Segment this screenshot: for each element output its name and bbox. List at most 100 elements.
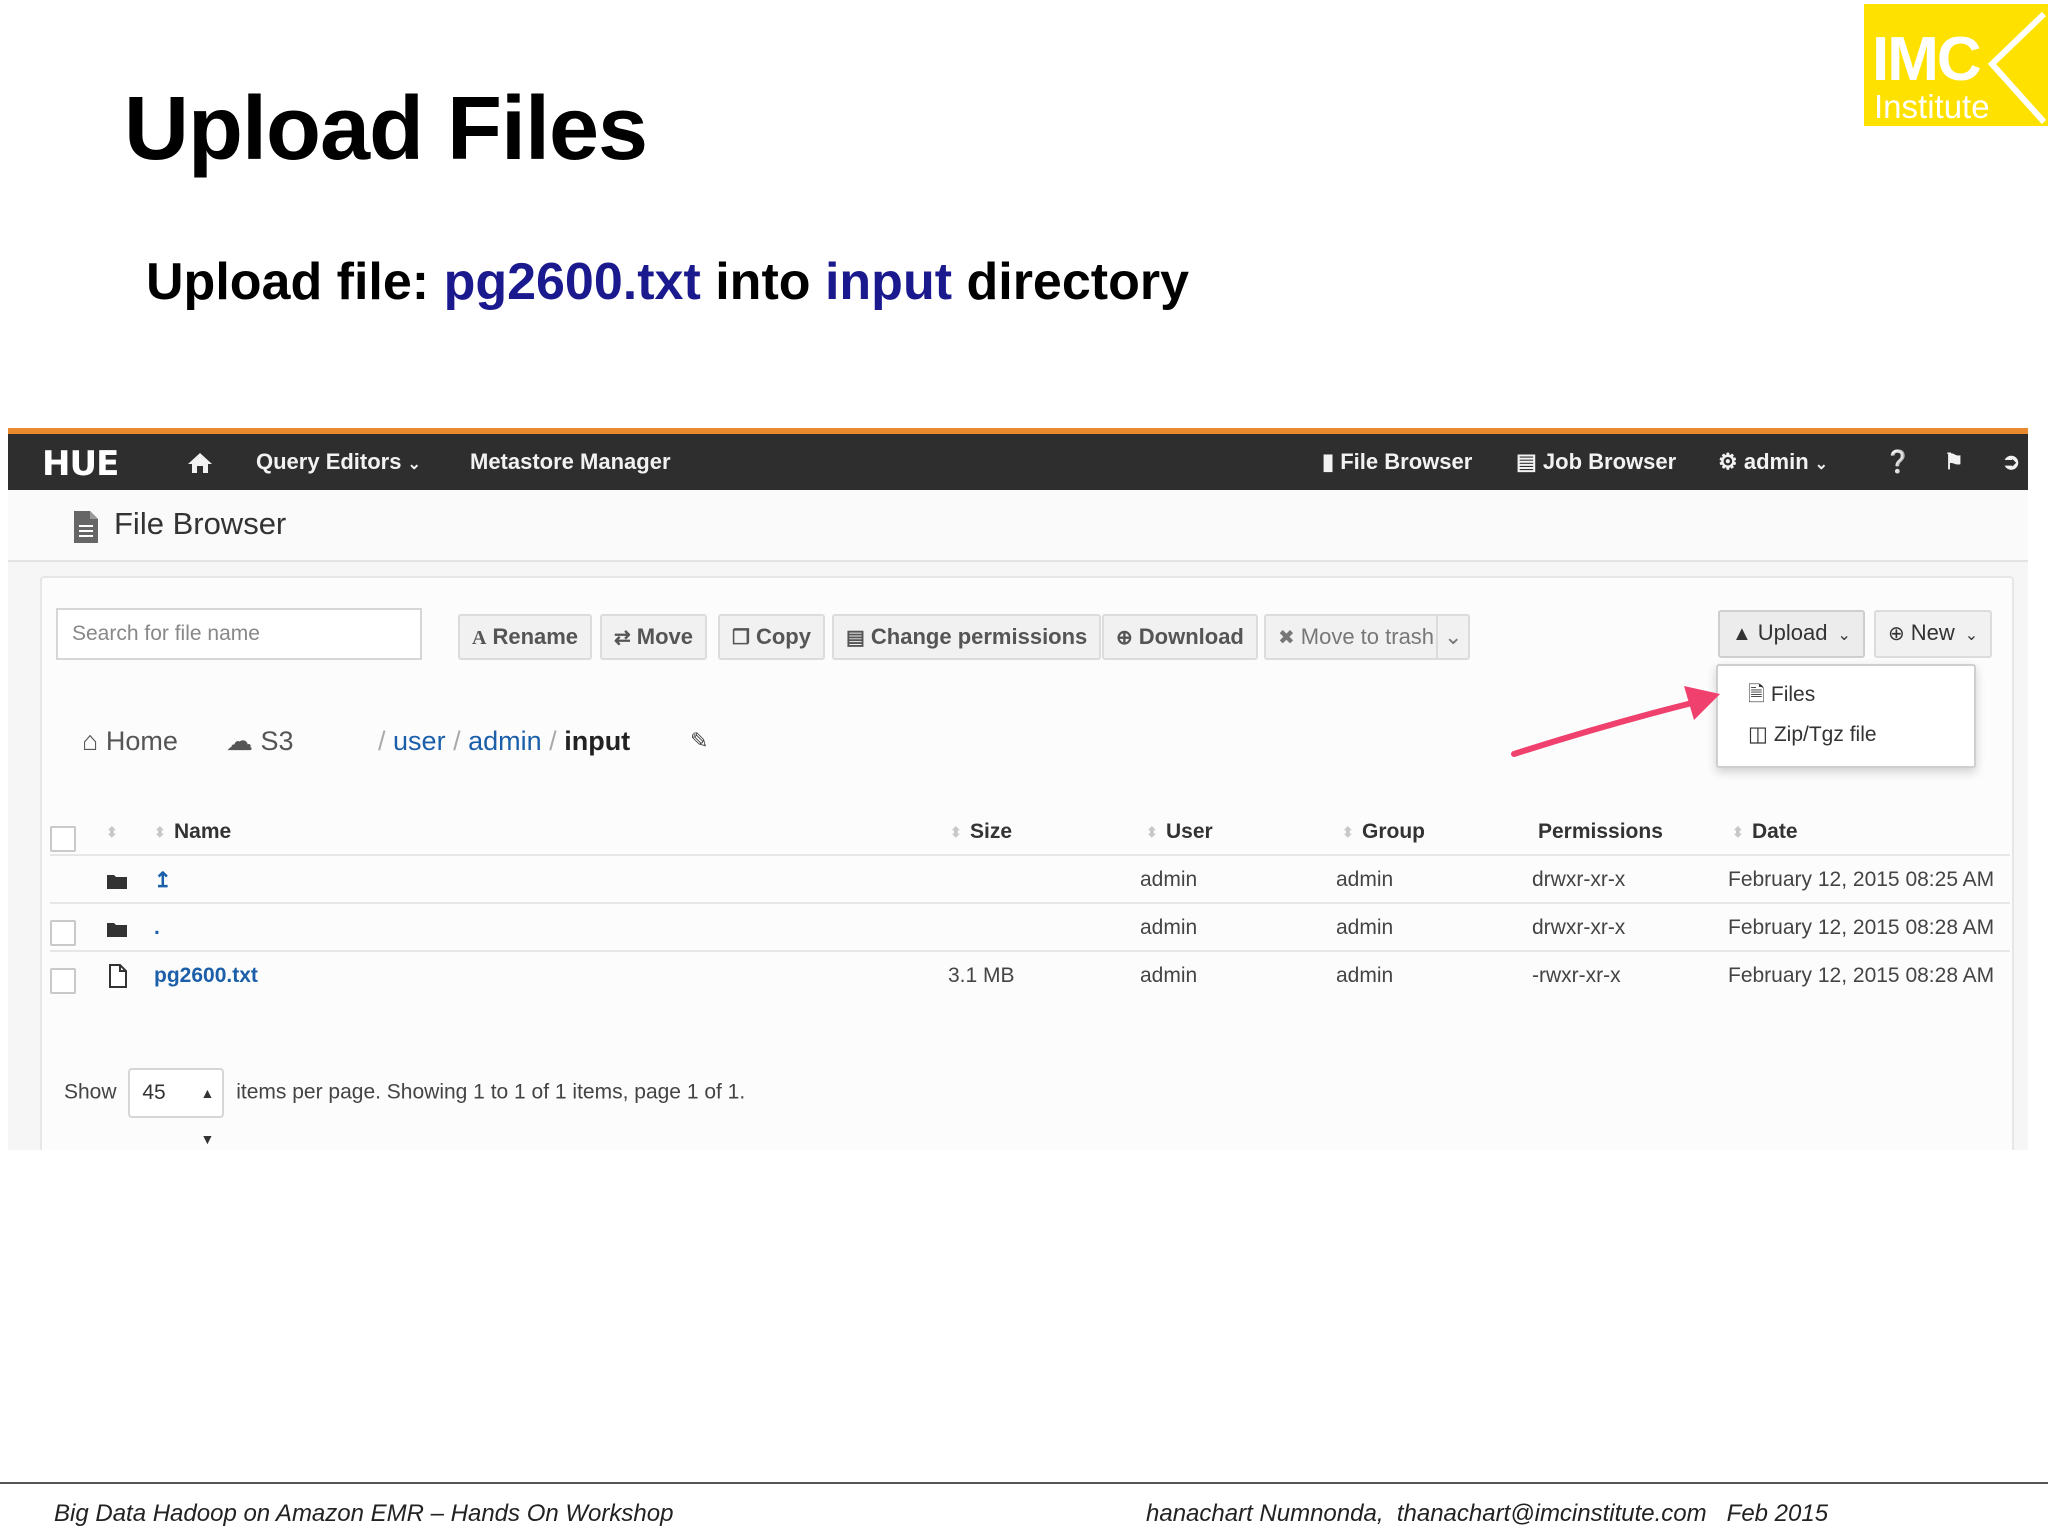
file-icon: ▮ bbox=[1322, 449, 1335, 474]
select-arrows-icon: ▲ ▼ bbox=[200, 1085, 215, 1147]
nav-metastore[interactable]: Metastore Manager bbox=[470, 434, 671, 490]
row-checkbox[interactable] bbox=[50, 968, 76, 994]
trash-options-toggle[interactable]: ⌄ bbox=[1436, 614, 1470, 660]
new-label: New bbox=[1910, 620, 1955, 645]
sort-icon: ⬍ bbox=[154, 824, 166, 841]
column-header-user-label: User bbox=[1166, 820, 1213, 843]
plus-circle-icon: ⊕ bbox=[1888, 623, 1905, 645]
column-header-group[interactable]: ⬍ Group bbox=[1342, 820, 1425, 844]
items-per-page-select[interactable]: 45 ▲ ▼ bbox=[128, 1068, 225, 1147]
breadcrumb-current: input bbox=[564, 726, 631, 756]
download-label: Download bbox=[1138, 624, 1244, 649]
upload-dropdown-menu: 🗎 Files ◫ Zip/Tgz file bbox=[1716, 664, 1976, 768]
page-header: File Browser bbox=[8, 490, 2028, 562]
file-permissions: drwxr-xr-x bbox=[1532, 868, 1626, 891]
row-divider bbox=[50, 950, 2010, 952]
pagination-show-label: Show bbox=[64, 1080, 117, 1104]
column-header-size[interactable]: ⬍ Size bbox=[950, 820, 1012, 844]
move-button[interactable]: ⇄ Move bbox=[600, 614, 708, 660]
file-name-link[interactable]: ↥ bbox=[154, 868, 172, 893]
subtitle-prefix: Upload file: bbox=[146, 253, 444, 311]
column-header-user[interactable]: ⬍ User bbox=[1146, 820, 1213, 844]
column-header-group-label: Group bbox=[1362, 820, 1425, 843]
logo-sub-text: Institute bbox=[1874, 88, 1990, 125]
logo-main-text: IMC bbox=[1872, 25, 1982, 94]
flag-icon[interactable]: ⚑ bbox=[1944, 434, 1964, 490]
logout-icon[interactable]: ➲ bbox=[2002, 434, 2020, 490]
edit-path-icon[interactable]: ✎ bbox=[690, 728, 708, 754]
nav-job-browser[interactable]: ▤ Job Browser bbox=[1516, 434, 1676, 490]
pointer-arrow bbox=[1511, 686, 1720, 757]
breadcrumb-home[interactable]: ⌂ Home bbox=[82, 726, 178, 757]
gears-icon: ⚙ bbox=[1718, 449, 1738, 474]
download-button[interactable]: ⊕ Download bbox=[1102, 614, 1258, 660]
rename-button[interactable]: A Rename bbox=[458, 614, 593, 660]
change-permissions-button[interactable]: ▤ Change permissions bbox=[832, 614, 1102, 660]
upload-files-item[interactable]: 🗎 Files bbox=[1748, 680, 1815, 715]
breadcrumb-user[interactable]: user bbox=[393, 726, 446, 756]
pagination-summary: items per page. Showing 1 to 1 of 1 item… bbox=[236, 1080, 746, 1104]
copy-button[interactable]: ❐ Copy bbox=[718, 614, 825, 660]
hue-logo[interactable]: HUE bbox=[42, 444, 119, 484]
move-to-trash-button[interactable]: ✖ Move to trash bbox=[1264, 614, 1442, 660]
file-name-link[interactable]: . bbox=[154, 916, 160, 940]
file-icon: 🗎 bbox=[1748, 683, 1765, 706]
nav-file-browser-label: File Browser bbox=[1340, 449, 1473, 474]
nav-query-editors[interactable]: Query Editors ⌄ bbox=[256, 434, 421, 490]
file-size: 3.1 MB bbox=[948, 964, 1015, 987]
sort-icon: ⬍ bbox=[950, 824, 962, 841]
file-group: admin bbox=[1336, 964, 1394, 987]
upload-button[interactable]: ▲ Upload ⌄ bbox=[1718, 610, 1865, 658]
file-user: admin bbox=[1140, 964, 1198, 987]
upload-icon: ▲ bbox=[1732, 623, 1752, 645]
breadcrumb-admin[interactable]: admin bbox=[468, 726, 542, 756]
breadcrumb-home-label: Home bbox=[105, 726, 178, 756]
page-title: File Browser bbox=[114, 506, 287, 541]
home-icon[interactable] bbox=[186, 434, 214, 490]
upload-zip-item[interactable]: ◫ Zip/Tgz file bbox=[1748, 722, 1877, 747]
chevron-down-icon: ⌄ bbox=[1444, 624, 1463, 649]
breadcrumb-s3[interactable]: ☁ S3 bbox=[226, 726, 294, 757]
hue-navbar: HUE Query Editors ⌄ Metastore Manager ▮ F… bbox=[8, 434, 2028, 490]
sort-icon: ⬍ bbox=[1146, 824, 1158, 841]
column-header-size-label: Size bbox=[970, 820, 1013, 843]
help-icon[interactable]: ❔ bbox=[1884, 434, 1911, 490]
nav-file-browser[interactable]: ▮ File Browser bbox=[1322, 434, 1472, 490]
slide-title: Upload Files bbox=[124, 79, 648, 179]
file-name-link[interactable]: pg2600.txt bbox=[154, 964, 258, 988]
footer-right-text: hanachart Numnonda, thanachart@imcinstit… bbox=[1146, 1500, 1829, 1527]
random-icon: ⇄ bbox=[614, 627, 631, 649]
hue-screenshot: HUE Query Editors ⌄ Metastore Manager ▮ F… bbox=[8, 428, 2028, 1150]
slide: Upload Files Upload file: pg2600.txt int… bbox=[0, 0, 2048, 1536]
column-header-date-label: Date bbox=[1752, 820, 1798, 843]
new-button[interactable]: ⊕ New ⌄ bbox=[1874, 610, 1993, 658]
footer-rule bbox=[0, 1482, 2048, 1484]
file-date: February 12, 2015 08:28 AM bbox=[1728, 964, 1995, 987]
font-icon: A bbox=[472, 627, 487, 649]
subtitle-file: pg2600.txt bbox=[443, 253, 701, 311]
sort-icon: ⬍ bbox=[106, 824, 118, 841]
rename-label: Rename bbox=[492, 624, 579, 649]
move-label: Move bbox=[636, 624, 694, 649]
items-per-page-value: 45 bbox=[142, 1081, 166, 1104]
upload-label: Upload bbox=[1757, 620, 1828, 645]
row-checkbox[interactable] bbox=[50, 920, 76, 946]
column-header-name[interactable]: ⬍ Name bbox=[154, 820, 231, 844]
home-icon: ⌂ bbox=[82, 726, 99, 756]
column-header-permissions[interactable]: Permissions bbox=[1538, 820, 1663, 844]
sort-type-header[interactable]: ⬍ bbox=[106, 820, 126, 844]
move-to-trash-label: Move to trash bbox=[1300, 624, 1435, 649]
nav-job-browser-label: Job Browser bbox=[1542, 449, 1677, 474]
slide-subtitle: Upload file: pg2600.txt into input direc… bbox=[146, 252, 1189, 312]
file-browser-panel bbox=[40, 576, 2014, 1150]
breadcrumb-separator: / bbox=[549, 726, 557, 756]
select-all-checkbox[interactable] bbox=[50, 826, 76, 852]
search-input[interactable]: Search for file name bbox=[56, 608, 422, 660]
nav-user-menu[interactable]: ⚙ admin ⌄ bbox=[1718, 434, 1828, 490]
breadcrumb-separator: / bbox=[453, 726, 461, 756]
breadcrumb-separator: / bbox=[378, 726, 386, 756]
column-header-date[interactable]: ⬍ Date bbox=[1732, 820, 1798, 844]
upload-files-label: Files bbox=[1770, 683, 1816, 706]
pagination-bar: Show 45 ▲ ▼ items per page. Showing 1 to 1… bbox=[64, 1068, 746, 1147]
row-divider bbox=[50, 854, 2010, 856]
